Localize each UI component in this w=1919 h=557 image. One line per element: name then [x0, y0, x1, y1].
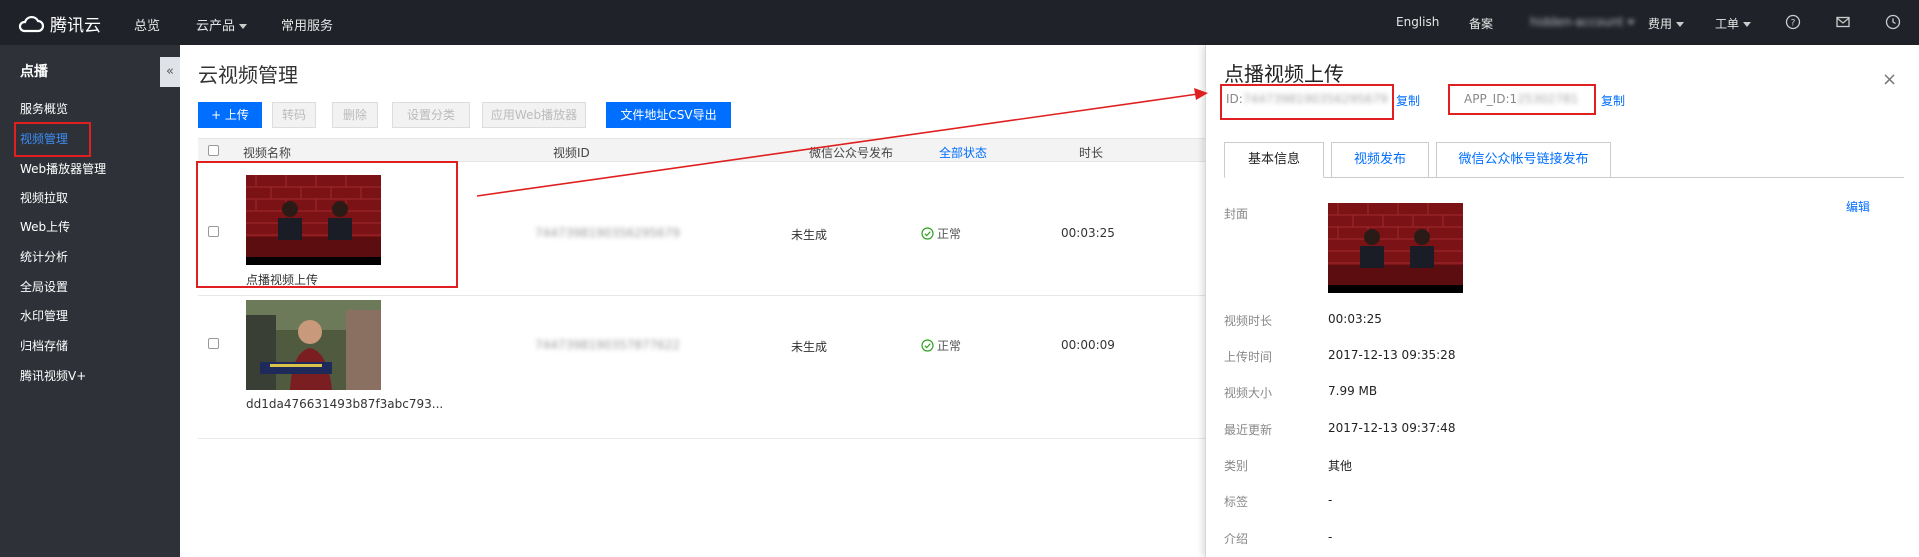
edit-link[interactable]: 编辑: [1846, 198, 1870, 215]
video-thumbnail[interactable]: [246, 300, 381, 390]
video-duration: 00:03:25: [1061, 226, 1115, 240]
col-status-filter[interactable]: 全部状态: [939, 144, 987, 161]
sidebar-title: 点播: [20, 64, 48, 80]
field-value-tags: -: [1328, 493, 1333, 507]
svg-text:?: ?: [1791, 19, 1796, 29]
table-header: 视频名称 视频ID 微信公众号发布 全部状态 时长: [198, 138, 1205, 162]
sidebar-item-watermark[interactable]: 水印管理: [20, 307, 68, 324]
field-value-duration: 00:03:25: [1328, 312, 1382, 326]
row-checkbox[interactable]: [208, 338, 219, 349]
field-value-category: 其他: [1328, 459, 1353, 473]
set-category-button[interactable]: 设置分类: [392, 102, 470, 128]
video-id: 7447398190357877622: [535, 338, 681, 352]
help-icon[interactable]: ?: [1785, 14, 1801, 30]
video-name: dd1da476631493b87f3abc793...: [246, 397, 444, 411]
apply-web-player-button[interactable]: 应用Web播放器: [482, 102, 586, 128]
copy-app-id-link[interactable]: 复制: [1601, 92, 1625, 109]
chevron-down-icon: [1627, 20, 1636, 25]
page-title: 云视频管理: [198, 63, 298, 87]
row-divider: [198, 438, 1205, 439]
transcode-button[interactable]: 转码: [272, 102, 316, 128]
field-label-description: 介绍: [1224, 532, 1249, 546]
nav-ticket[interactable]: 工单: [1715, 15, 1752, 32]
tab-wechat-link-publish[interactable]: 微信公众帐号链接发布: [1436, 142, 1611, 178]
annotation-box-video-id: [1220, 84, 1394, 120]
annotation-box-video-row: [196, 161, 458, 288]
close-icon[interactable]: ×: [1882, 69, 1897, 90]
upload-button[interactable]: + 上传: [198, 102, 262, 128]
col-wechat-publish: 微信公众号发布: [809, 146, 894, 160]
street-interview-image: [246, 300, 381, 390]
col-video-id: 视频ID: [553, 146, 590, 160]
chevron-down-icon: [1676, 22, 1685, 27]
check-circle-icon: [921, 339, 934, 352]
col-duration: 时长: [1079, 146, 1104, 160]
video-detail-panel: 点播视频上传 × ID:7447398190356295679 复制 APP_I…: [1205, 45, 1919, 557]
select-all-checkbox[interactable]: [208, 145, 219, 156]
tab-basic-info[interactable]: 基本信息: [1224, 142, 1324, 178]
field-label-duration: 视频时长: [1224, 314, 1273, 328]
annotation-box-app-id: [1448, 84, 1596, 115]
check-circle-icon: [921, 227, 934, 240]
sidebar-collapse-button[interactable]: «: [160, 57, 180, 87]
row-divider: [198, 295, 1205, 296]
sidebar-item-statistics[interactable]: 统计分析: [20, 248, 68, 265]
video-id: 7447398190356295679: [535, 226, 681, 240]
nav-beian[interactable]: 备案: [1469, 15, 1493, 32]
nav-ticket-label: 工单: [1715, 17, 1740, 31]
cover-image[interactable]: [1328, 203, 1463, 293]
status-text: 正常: [937, 339, 962, 353]
sidebar-item-archive[interactable]: 归档存储: [20, 337, 68, 354]
field-label-cover: 封面: [1224, 207, 1249, 221]
chevron-down-icon: [239, 24, 248, 29]
status-badge: 正常: [921, 337, 961, 354]
nav-products[interactable]: 云产品: [196, 15, 248, 34]
sidebar-item-video-pull[interactable]: 视频拉取: [20, 189, 68, 206]
field-value-upload-time: 2017-12-13 09:35:28: [1328, 348, 1456, 362]
annotation-box-sidebar: [14, 122, 91, 157]
status-badge: 正常: [921, 225, 961, 242]
chevron-down-icon: [1743, 22, 1752, 27]
nav-fees[interactable]: 费用: [1648, 15, 1685, 32]
nav-fees-label: 费用: [1648, 17, 1673, 31]
panel-title: 点播视频上传: [1224, 62, 1344, 86]
tab-video-publish[interactable]: 视频发布: [1331, 142, 1429, 178]
nav-products-label: 云产品: [196, 19, 236, 34]
field-value-size: 7.99 MB: [1328, 384, 1378, 398]
mail-icon[interactable]: [1835, 14, 1851, 30]
field-label-size: 视频大小: [1224, 386, 1273, 400]
field-label-upload-time: 上传时间: [1224, 350, 1273, 364]
field-label-category: 类别: [1224, 459, 1249, 473]
copy-id-link[interactable]: 复制: [1396, 92, 1420, 109]
sidebar-item-overview[interactable]: 服务概览: [20, 100, 68, 117]
wechat-status: 未生成: [791, 340, 828, 354]
clock-icon[interactable]: [1885, 14, 1901, 30]
col-video-name: 视频名称: [243, 146, 292, 160]
field-label-tags: 标签: [1224, 495, 1249, 509]
sidebar-item-tencent-video-plus[interactable]: 腾讯视频V+: [20, 367, 86, 384]
sidebar-item-web-player[interactable]: Web播放器管理: [20, 160, 106, 177]
brand-name: 腾讯云: [50, 16, 101, 36]
field-value-description: -: [1328, 530, 1333, 544]
wechat-status: 未生成: [791, 228, 828, 242]
field-label-last-updated: 最近更新: [1224, 423, 1273, 437]
cloud-logo-icon: [18, 15, 44, 32]
top-nav-bar: 腾讯云 总览 云产品 常用服务 English 备案 hidden-accoun…: [0, 0, 1919, 45]
nav-overview[interactable]: 总览: [134, 15, 160, 34]
nav-common-services[interactable]: 常用服务: [281, 15, 333, 34]
account-name: hidden-account: [1530, 15, 1624, 29]
sidebar-item-web-upload[interactable]: Web上传: [20, 218, 70, 235]
lang-switch[interactable]: English: [1396, 15, 1439, 29]
tencent-cloud-logo[interactable]: 腾讯云: [18, 11, 101, 36]
delete-button[interactable]: 删除: [332, 102, 378, 128]
export-csv-button[interactable]: 文件地址CSV导出: [606, 102, 731, 128]
account-menu[interactable]: hidden-account: [1530, 15, 1636, 29]
field-value-last-updated: 2017-12-13 09:37:48: [1328, 421, 1456, 435]
news-anchors-image: [1328, 203, 1463, 293]
sidebar-item-global-settings[interactable]: 全局设置: [20, 278, 68, 295]
status-text: 正常: [937, 227, 962, 241]
main-content: 云视频管理 + 上传 转码 删除 设置分类 应用Web播放器 文件地址CSV导出…: [180, 45, 1205, 557]
video-duration: 00:00:09: [1061, 338, 1115, 352]
